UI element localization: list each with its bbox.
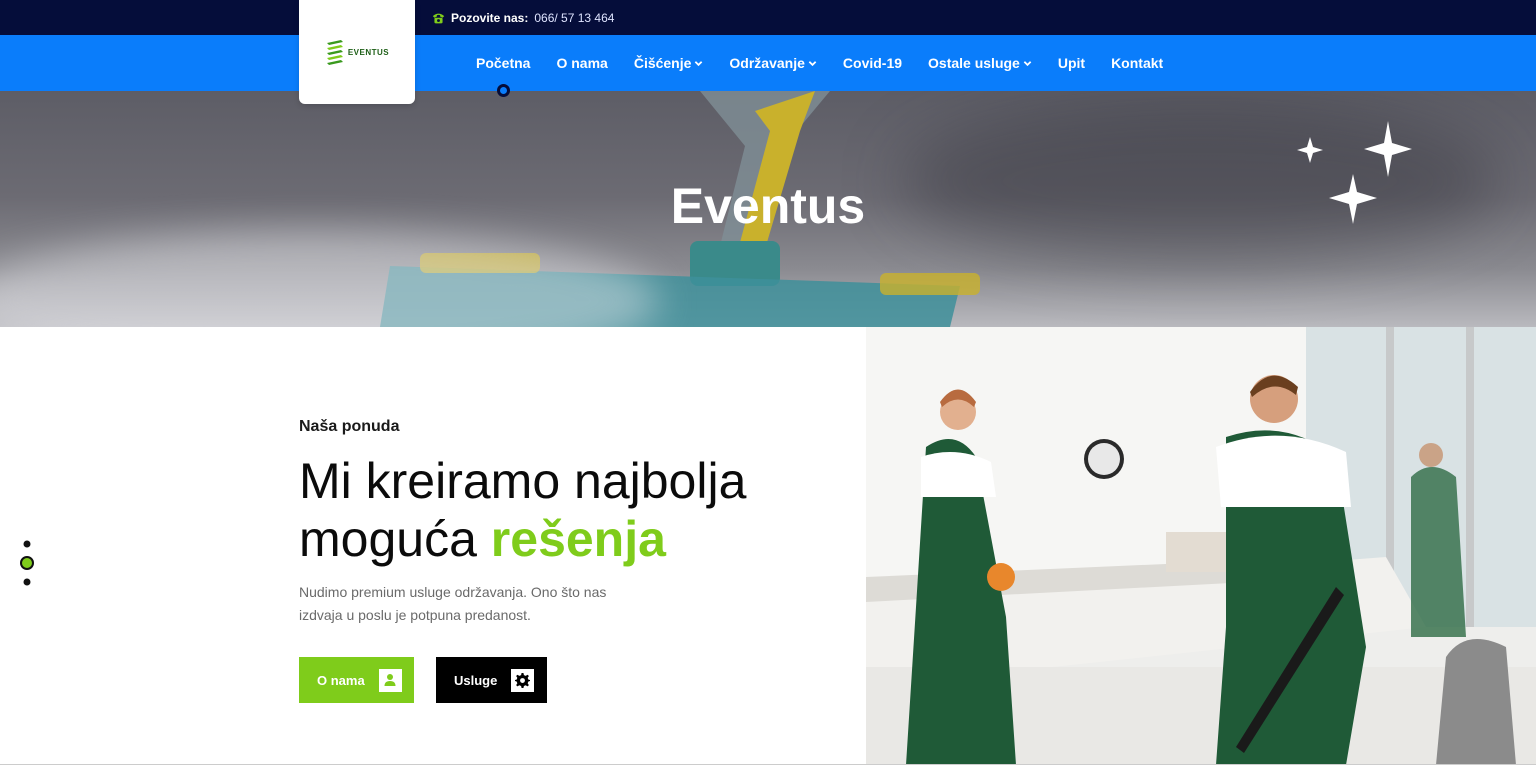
nav-item-pocetna[interactable]: Početna	[476, 55, 530, 71]
about-button[interactable]: O nama	[299, 657, 414, 703]
nav-item-kontakt[interactable]: Kontakt	[1111, 55, 1163, 71]
chevron-down-icon	[695, 60, 703, 66]
nav-item-ostale-usluge[interactable]: Ostale usluge	[928, 55, 1032, 71]
nav-item-upit[interactable]: Upit	[1058, 55, 1085, 71]
headline-highlight: rešenja	[490, 511, 666, 567]
user-icon	[378, 668, 402, 692]
phone-label: Pozovite nas:	[451, 11, 529, 25]
slider-dot	[23, 540, 31, 548]
active-nav-indicator	[497, 84, 510, 97]
nav-item-odrzavanje[interactable]: Održavanje	[729, 55, 817, 71]
nav-label: Održavanje	[729, 55, 805, 71]
phone-icon	[432, 13, 445, 23]
nav-item-ciscenje[interactable]: Čišćenje	[634, 55, 704, 71]
section-description: Nudimo premium usluge održavanja. Ono št…	[299, 584, 607, 623]
hero-banner: Eventus	[0, 91, 1536, 327]
nav-label: Početna	[476, 55, 531, 71]
sparkle-icon	[1297, 121, 1412, 224]
nav-label: Upit	[1057, 55, 1086, 71]
nav-item-o-nama[interactable]: O nama	[556, 55, 607, 71]
logo[interactable]: EVENTUS	[299, 0, 415, 104]
nav-label: O nama	[556, 55, 608, 71]
slider-dots	[20, 540, 34, 586]
section-headline: Mi kreiramo najbolja moguća rešenja	[299, 452, 839, 568]
phone-number[interactable]: 066/ 57 13 464	[534, 11, 614, 25]
services-button-label: Usluge	[454, 672, 498, 688]
services-button[interactable]: Usluge	[436, 657, 547, 703]
section-kicker: Naša ponuda	[299, 418, 400, 435]
nav-item-covid[interactable]: Covid-19	[843, 55, 902, 71]
about-button-label: O nama	[317, 672, 365, 688]
nav-label: Kontakt	[1111, 55, 1164, 71]
main-nav: Početna O nama Čišćenje Održavanje Covid…	[476, 35, 1163, 91]
nav-label: Čišćenje	[633, 55, 692, 71]
top-bar	[0, 0, 1536, 35]
logo-text: EVENTUS	[347, 47, 390, 57]
logo-building-icon	[326, 40, 343, 65]
slider-dot	[23, 578, 31, 586]
cleaners-photo	[866, 327, 1536, 765]
chevron-down-icon	[808, 60, 817, 66]
nav-label: Ostale usluge	[928, 55, 1020, 71]
gear-icon	[511, 668, 535, 692]
office-cleaning-image	[866, 327, 1536, 765]
slider-dot-active	[20, 556, 34, 570]
nav-label: Covid-19	[842, 55, 903, 71]
chevron-down-icon	[1023, 60, 1032, 66]
phone-contact[interactable]: Pozovite nas: 066/ 57 13 464	[432, 11, 614, 25]
